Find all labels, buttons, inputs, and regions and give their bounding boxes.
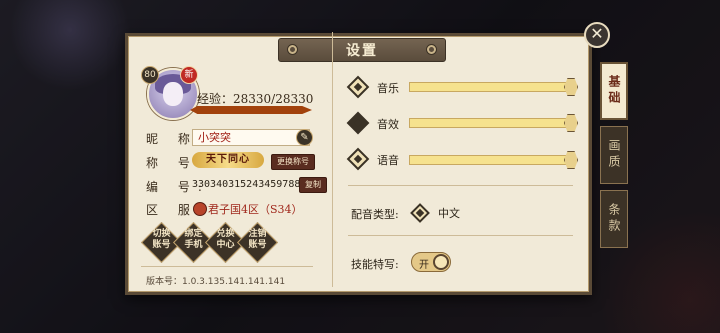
exp-bar xyxy=(190,106,312,114)
avatar-face xyxy=(163,82,183,106)
version-divider xyxy=(141,266,313,267)
bind-phone-label: 绑定 手机 xyxy=(184,229,203,250)
new-badge: 新 xyxy=(180,66,198,84)
exp-label: 经验：28330/28330 xyxy=(197,92,314,106)
edit-nickname-button[interactable]: ✎ xyxy=(296,129,313,146)
settings-title-bar: 设置 xyxy=(278,38,446,62)
close-icon: ✕ xyxy=(590,24,604,43)
toggle-text: 开 xyxy=(419,260,429,271)
settings-title: 设置 xyxy=(346,43,378,59)
audio-divider xyxy=(348,185,573,186)
redeem-center-label: 兑换 中心 xyxy=(216,229,235,250)
player-id: 3303403152434597888 xyxy=(192,179,307,190)
change-title-button[interactable]: 更换称号 xyxy=(271,154,315,170)
version-text: 版本号：1.0.3.135.141.141.141 xyxy=(146,277,286,287)
music-label: 音乐 xyxy=(377,82,399,95)
tab-graphics[interactable]: 画质 xyxy=(600,126,628,184)
voice-slider[interactable] xyxy=(409,155,571,165)
voice-label: 语音 xyxy=(377,154,399,167)
delete-account-label: 注销 账号 xyxy=(248,229,267,250)
close-button[interactable]: ✕ xyxy=(584,22,610,48)
voice-type-label: 配音类型: xyxy=(351,208,399,221)
skill-closeup-toggle[interactable]: 开 xyxy=(411,252,451,272)
voice-slider-fill xyxy=(410,156,570,164)
copy-id-button[interactable]: 复制 xyxy=(299,177,327,193)
music-slider-fill xyxy=(410,83,570,91)
sfx-label: 音效 xyxy=(377,118,399,131)
switch-account-label: 切换 账号 xyxy=(152,229,171,250)
sfx-slider-fill xyxy=(410,119,570,127)
server-value: 君子国4区（S34） xyxy=(208,203,303,216)
toggle-knob xyxy=(433,254,449,270)
level-badge: 80 xyxy=(141,66,159,84)
music-slider[interactable] xyxy=(409,82,571,92)
sfx-slider[interactable] xyxy=(409,118,571,128)
tab-basic[interactable]: 基础 xyxy=(600,62,628,120)
title-ornament-left-icon xyxy=(287,44,298,55)
pencil-icon: ✎ xyxy=(300,132,309,143)
title-ornament-right-icon xyxy=(426,44,437,55)
tab-terms[interactable]: 条款 xyxy=(600,190,628,248)
nickname-field[interactable]: 小突突 xyxy=(192,129,310,146)
panel-divider xyxy=(332,32,333,287)
title-badge: 天下同心 xyxy=(192,152,264,168)
skill-closeup-label: 技能特写: xyxy=(351,258,399,271)
voice-type-value[interactable]: 中文 xyxy=(438,205,460,221)
options-divider xyxy=(348,235,573,236)
server-icon xyxy=(193,202,207,216)
